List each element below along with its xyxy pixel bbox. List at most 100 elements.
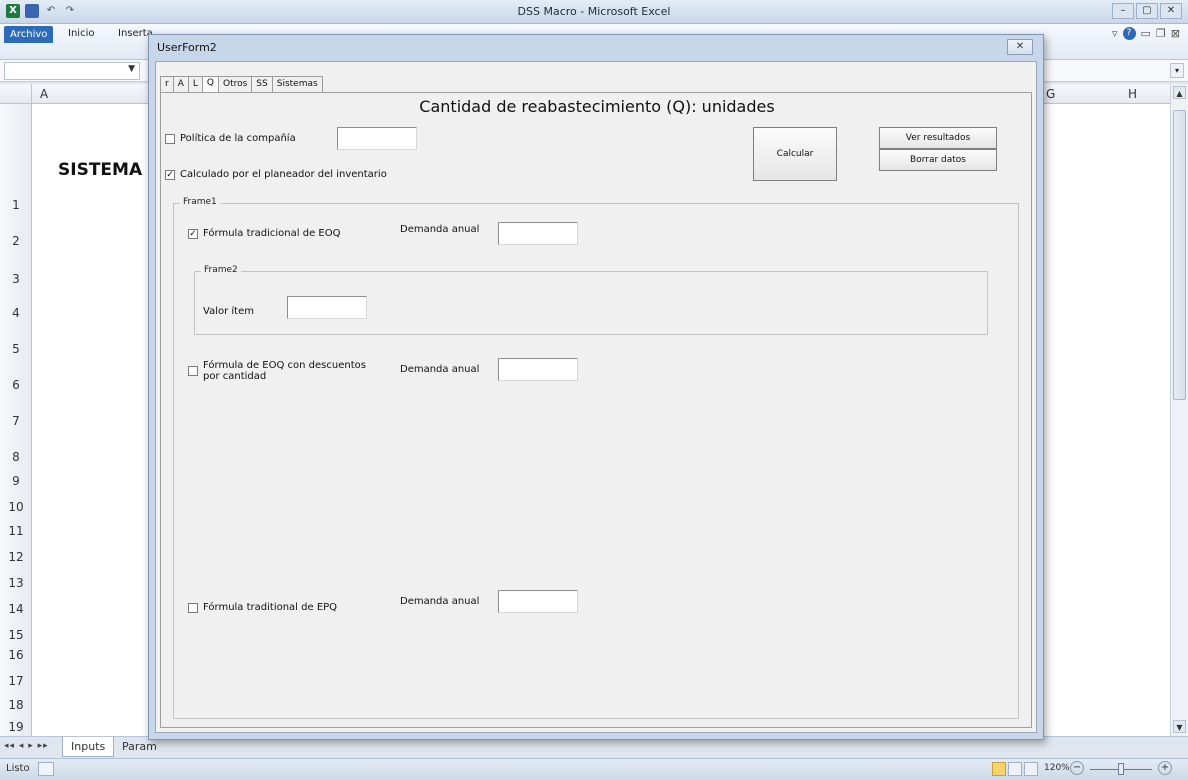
valor-item-input[interactable]: [287, 296, 367, 319]
row-header[interactable]: 7: [0, 414, 32, 428]
row-header[interactable]: 17: [0, 674, 32, 688]
status-ready: Listo: [6, 763, 30, 774]
epq-checkbox[interactable]: Fórmula traditional de EPQ: [188, 602, 337, 613]
demanda-anual-input-1[interactable]: [498, 222, 578, 245]
chevron-down-icon[interactable]: ▼: [128, 64, 135, 74]
politica-checkbox-box[interactable]: [165, 134, 175, 144]
epq-label: Fórmula traditional de EPQ: [203, 602, 338, 613]
row-header[interactable]: 5: [0, 342, 32, 356]
tab-page-q: Cantidad de reabastecimiento (Q): unidad…: [160, 92, 1032, 728]
calculado-checkbox-box[interactable]: ✓: [165, 170, 175, 180]
ribbon-collapse-icon[interactable]: ▿: [1112, 27, 1118, 40]
row-header[interactable]: 19: [0, 720, 32, 734]
sheet-tab-inputs[interactable]: Inputs: [62, 737, 115, 757]
epq-checkbox-box[interactable]: [188, 603, 198, 613]
tab-sistemas[interactable]: Sistemas: [271, 76, 323, 93]
demanda-anual-label-3: Demanda anual: [400, 596, 480, 607]
eoq-descuentos-label-line1: Fórmula de EOQ con descuentos: [203, 360, 366, 371]
frame1: Frame1 ✓ Fórmula tradicional de EOQ Dema…: [173, 197, 1019, 719]
dialog-client-area: r A L Q Otros SS Sistemas Cantidad de re…: [155, 61, 1037, 733]
zoom-slider-thumb[interactable]: [1118, 763, 1124, 775]
row-header[interactable]: 6: [0, 378, 32, 392]
eoq-tradicional-checkbox-box[interactable]: ✓: [188, 229, 198, 239]
calculado-checkbox[interactable]: ✓ Calculado por el planeador del inventa…: [165, 169, 387, 180]
row-header[interactable]: 3: [0, 272, 32, 286]
demanda-anual-input-2[interactable]: [498, 358, 578, 381]
select-all-corner[interactable]: [0, 84, 32, 104]
frame2: Frame2 Valor ítem: [194, 265, 988, 335]
tab-a[interactable]: A: [172, 76, 189, 93]
tab-ss[interactable]: SS: [251, 76, 273, 93]
tab-l[interactable]: L: [187, 76, 203, 93]
row-header[interactable]: 13: [0, 576, 32, 590]
row-header[interactable]: 18: [0, 698, 32, 712]
status-bar: Listo 120% − +: [0, 758, 1188, 780]
zoom-in-icon[interactable]: +: [1158, 761, 1172, 775]
page-heading: Cantidad de reabastecimiento (Q): unidad…: [419, 97, 775, 116]
tab-otros[interactable]: Otros: [217, 76, 253, 93]
normal-view-icon[interactable]: [992, 762, 1006, 776]
politica-checkbox[interactable]: Política de la compañía: [165, 133, 296, 144]
column-header-h[interactable]: H: [1128, 87, 1137, 101]
calcular-button[interactable]: Calcular: [753, 127, 837, 181]
dialog-close-button[interactable]: ✕: [1007, 39, 1033, 55]
doc-restore-icon[interactable]: ❐: [1156, 27, 1166, 40]
row-header[interactable]: 8: [0, 450, 32, 464]
multipage-tabs: r A L Q Otros SS Sistemas: [160, 76, 323, 93]
row-header[interactable]: 11: [0, 524, 32, 538]
sheet-title-cell[interactable]: SISTEMA D: [58, 160, 156, 180]
row-header[interactable]: 12: [0, 550, 32, 564]
scroll-down-icon[interactable]: ▼: [1173, 720, 1186, 733]
sheet-tab-param[interactable]: Param: [114, 737, 165, 757]
row-header[interactable]: 16: [0, 648, 32, 662]
page-break-view-icon[interactable]: [1024, 762, 1038, 776]
maximize-button[interactable]: ▢: [1136, 3, 1158, 19]
tab-r[interactable]: r: [160, 76, 174, 93]
minimize-button[interactable]: –: [1112, 3, 1134, 19]
scroll-up-icon[interactable]: ▲: [1173, 86, 1186, 99]
row-header[interactable]: 4: [0, 306, 32, 320]
zoom-level[interactable]: 120%: [1044, 763, 1070, 773]
scroll-thumb[interactable]: [1173, 110, 1186, 400]
politica-input[interactable]: [337, 127, 417, 150]
eoq-tradicional-checkbox[interactable]: ✓ Fórmula tradicional de EOQ: [188, 228, 340, 239]
view-buttons: [992, 762, 1038, 776]
help-icon[interactable]: ?: [1122, 27, 1136, 40]
frame1-label: Frame1: [180, 197, 220, 207]
demanda-anual-label-2: Demanda anual: [400, 364, 480, 375]
row-header[interactable]: 14: [0, 602, 32, 616]
window-controls: – ▢ ✕: [1112, 3, 1182, 19]
demanda-anual-label-1: Demanda anual: [400, 224, 480, 235]
name-box[interactable]: ▼: [4, 62, 140, 80]
demanda-anual-input-3[interactable]: [498, 590, 578, 613]
doc-close-icon[interactable]: ⊠: [1171, 27, 1180, 40]
macro-record-icon[interactable]: [38, 762, 54, 776]
tab-q[interactable]: Q: [201, 76, 219, 93]
frame2-label: Frame2: [201, 265, 241, 275]
tab-inicio[interactable]: Inicio: [68, 28, 94, 39]
row-header[interactable]: 1: [0, 198, 32, 212]
formula-expand-icon[interactable]: ▾: [1170, 63, 1184, 78]
sheet-nav-arrows-icon[interactable]: ◂◂ ◂ ▸ ▸▸: [4, 741, 49, 751]
doc-minimize-icon[interactable]: ▭: [1141, 27, 1151, 40]
zoom-out-icon[interactable]: −: [1070, 761, 1084, 775]
page-layout-view-icon[interactable]: [1008, 762, 1022, 776]
vertical-scrollbar[interactable]: ▲ ▼: [1170, 84, 1188, 736]
ribbon-help-controls: ▿ ? ▭ ❐ ⊠: [1112, 27, 1180, 40]
row-header[interactable]: 2: [0, 234, 32, 248]
row-header[interactable]: 15: [0, 628, 32, 642]
row-header[interactable]: 9: [0, 474, 32, 488]
eoq-descuentos-label-group: Fórmula de EOQ con descuentos por cantid…: [203, 360, 366, 382]
column-header-g[interactable]: G: [1046, 87, 1055, 101]
borrar-datos-button[interactable]: Borrar datos: [879, 149, 997, 171]
ver-resultados-button[interactable]: Ver resultados: [879, 127, 997, 149]
politica-label: Política de la compañía: [180, 133, 296, 144]
excel-titlebar: X ↶ ↷ DSS Macro - Microsoft Excel – ▢ ✕: [0, 0, 1188, 24]
tab-archivo[interactable]: Archivo: [4, 26, 54, 43]
column-header-a[interactable]: A: [40, 87, 48, 101]
row-headers: 1 2 3 4 5 6 7 8 9 10 11 12 13 14 15 16 1…: [0, 104, 32, 736]
row-header[interactable]: 10: [0, 500, 32, 514]
close-window-button[interactable]: ✕: [1160, 3, 1182, 19]
eoq-descuentos-checkbox[interactable]: Fórmula de EOQ con descuentos por cantid…: [188, 360, 366, 382]
eoq-descuentos-checkbox-box[interactable]: [188, 366, 198, 376]
